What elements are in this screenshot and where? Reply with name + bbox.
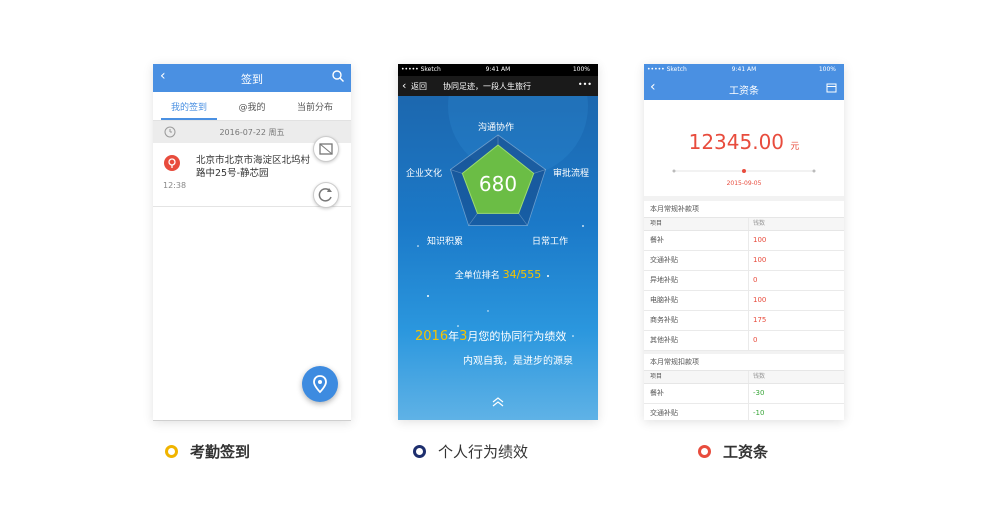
section-title: 本月常规扣款项: [644, 354, 844, 371]
status-bar: ••••• Sketch 9:41 AM 100%: [644, 64, 844, 76]
tab-mentions[interactable]: @我的: [222, 100, 282, 113]
caption-bullet-icon: [698, 445, 711, 458]
rank-line: 全单位排名 34/555: [398, 268, 598, 281]
row-amount: 175: [748, 311, 766, 330]
radar-label-communication: 沟通协作: [478, 123, 515, 133]
deduction-section: 本月常规扣款项 项目 钱数 餐补 -30 交通补贴 -10: [644, 354, 844, 420]
year-suffix: 年: [448, 330, 460, 343]
col-item: 项目: [650, 220, 663, 227]
salary-date: 2015-09-05: [726, 180, 762, 187]
radar-label-knowledge: 知识积累: [427, 237, 464, 247]
motto-text: 内观自我，是进步的源泉: [463, 356, 573, 367]
table-row: 餐补 100: [644, 231, 844, 251]
payslip-header: ‹ 工资条: [644, 76, 844, 100]
table-row: 餐补 -30: [644, 384, 844, 404]
col-amount: 钱数: [748, 371, 765, 383]
row-amount: -30: [748, 384, 764, 403]
row-item: 商务补贴: [650, 316, 678, 324]
status-time: 9:41 AM: [485, 66, 511, 73]
performance-header: ‹ 返回 协同足迹，一段人生旅行 •••: [398, 76, 598, 96]
caption-performance: 个人行为绩效: [438, 443, 529, 461]
row-item: 餐补: [650, 389, 664, 397]
status-bar: ••••• Sketch 9:41 AM 100%: [398, 64, 598, 76]
table-row: 交通补贴 100: [644, 251, 844, 271]
more-icon[interactable]: •••: [578, 80, 592, 89]
row-amount: 100: [748, 231, 766, 250]
salary-amount: 12345.00: [688, 130, 785, 154]
table-row: 交通补贴 -10: [644, 404, 844, 420]
checkin-time: 12:38: [163, 181, 187, 190]
row-amount: -10: [748, 404, 764, 420]
table-row: 商务补贴 175: [644, 311, 844, 331]
row-amount: 0: [748, 271, 757, 290]
row-item: 其他补贴: [650, 336, 678, 344]
row-item: 交通补贴: [650, 409, 678, 417]
battery-text: 100%: [572, 66, 590, 73]
status-time: 9:41 AM: [731, 66, 757, 73]
active-tab-indicator: [161, 118, 217, 120]
tab-distribution[interactable]: 当前分布: [285, 100, 345, 113]
allowance-section: 本月常规补款项 项目 钱数 餐补 100 交通补贴 100 异地补贴 0 电脑补贴 10…: [644, 201, 844, 351]
map-pin-icon: [164, 155, 180, 171]
row-amount: 100: [748, 251, 766, 270]
rank-label: 全单位排名: [454, 271, 500, 281]
checkin-tabs: 我的签到 @我的 当前分布: [153, 92, 351, 121]
table-header: 项目 钱数: [644, 218, 844, 231]
performance-screen: ••••• Sketch 9:41 AM 100% ‹ 返回 协同足迹，一段人生…: [398, 64, 598, 420]
rank-value: 34/555: [502, 268, 542, 281]
back-label[interactable]: 返回: [411, 81, 427, 92]
period-text: 月您的协同行为绩效: [467, 330, 567, 343]
chevron-up-icon[interactable]: [491, 396, 505, 408]
map-icon[interactable]: [313, 136, 339, 162]
row-item: 交通补贴: [650, 256, 678, 264]
calendar-icon[interactable]: [826, 82, 837, 93]
caption-checkin: 考勤签到: [190, 443, 251, 461]
row-item: 异地补贴: [650, 276, 678, 284]
col-item: 项目: [650, 373, 663, 380]
period-line: 2016年3月您的协同行为绩效: [415, 328, 566, 344]
checkin-header: ‹ 签到: [153, 64, 351, 92]
month-slider[interactable]: [644, 166, 844, 176]
checkin-address: 北京市北京市海淀区北坞村路中25号-静芯园: [196, 155, 311, 179]
radar-label-daily-work: 日常工作: [532, 237, 569, 247]
table-row: 异地补贴 0: [644, 271, 844, 291]
row-amount: 100: [748, 291, 766, 310]
back-icon[interactable]: ‹: [402, 79, 406, 92]
checkin-screen: ‹ 签到 我的签到 @我的 当前分布 2016-07-22 周五 北京市北京市海…: [153, 64, 351, 421]
checkin-title: 签到: [241, 73, 263, 86]
payslip-title: 工资条: [729, 86, 759, 97]
salary-amount-line: 12345.00 元: [644, 130, 844, 154]
section-title: 本月常规补款项: [644, 201, 844, 218]
tab-my-checkin[interactable]: 我的签到: [159, 100, 219, 113]
performance-score: 680: [478, 172, 518, 196]
caption-bullet-icon: [413, 445, 426, 458]
payslip-summary: 12345.00 元 2015-09-05: [644, 100, 844, 196]
col-amount: 钱数: [748, 218, 765, 230]
refresh-icon[interactable]: [313, 182, 339, 208]
caption-bullet-icon: [165, 445, 178, 458]
year-value: 2016: [415, 329, 449, 344]
search-icon[interactable]: [331, 69, 345, 83]
payslip-screen: ••••• Sketch 9:41 AM 100% ‹ 工资条 12345.00…: [644, 64, 844, 420]
performance-title: 协同足迹，一段人生旅行: [443, 82, 531, 91]
battery-text: 100%: [818, 66, 836, 73]
row-item: 电脑补贴: [650, 296, 678, 304]
table-row: 其他补贴 0: [644, 331, 844, 351]
table-header: 项目 钱数: [644, 371, 844, 384]
table-row: 电脑补贴 100: [644, 291, 844, 311]
caption-payslip: 工资条: [723, 443, 769, 461]
row-item: 餐补: [650, 236, 664, 244]
row-amount: 0: [748, 331, 757, 350]
salary-unit: 元: [790, 142, 800, 152]
location-icon[interactable]: [302, 366, 338, 402]
